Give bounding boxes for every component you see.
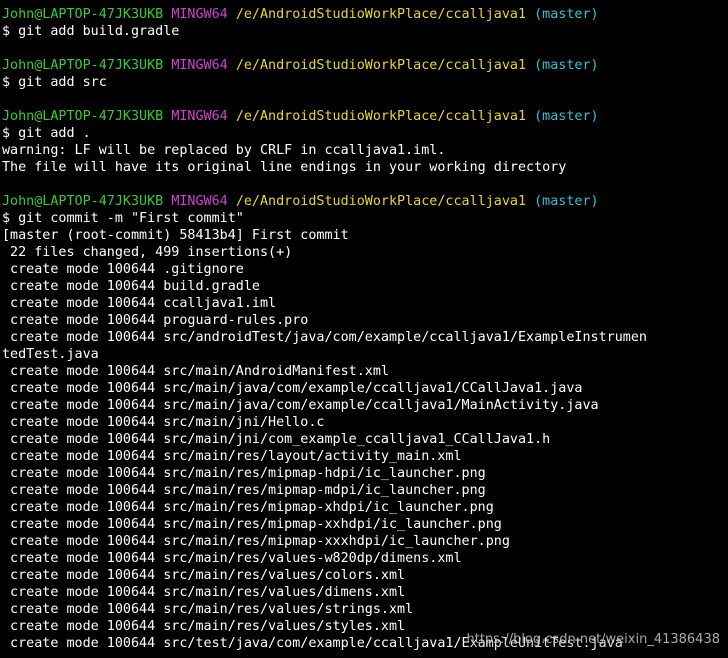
prompt-branch: (master) — [534, 7, 599, 22]
prompt-branch: (master) — [534, 58, 599, 73]
command-line: $ git add src — [2, 75, 107, 90]
output-line: create mode 100644 src/main/res/mipmap-h… — [2, 466, 486, 481]
prompt-user-host: John@LAPTOP-47JK3UKB — [2, 7, 164, 22]
command-line: $ git commit -m "First commit" — [2, 211, 244, 226]
output-line: create mode 100644 proguard-rules.pro — [2, 313, 309, 328]
output-line: create mode 100644 src/main/res/values/s… — [2, 602, 414, 617]
prompt-line: John@LAPTOP-47JK3UKB MINGW64 /e/AndroidS… — [2, 57, 726, 74]
terminal-output[interactable]: John@LAPTOP-47JK3UKB MINGW64 /e/AndroidS… — [2, 6, 726, 652]
watermark: https://blog.csdn.net/weixin_41386438 — [466, 632, 720, 648]
output-line: create mode 100644 build.gradle — [2, 279, 260, 294]
output-line: create mode 100644 src/main/res/mipmap-x… — [2, 517, 502, 532]
output-line: create mode 100644 src/main/res/values-w… — [2, 551, 462, 566]
prompt-user-host: John@LAPTOP-47JK3UKB — [2, 109, 164, 124]
prompt-env: MINGW64 — [171, 194, 228, 209]
prompt-env: MINGW64 — [171, 109, 228, 124]
output-line: warning: LF will be replaced by CRLF in … — [2, 143, 446, 158]
output-line: create mode 100644 src/main/res/values/d… — [2, 585, 406, 600]
prompt-path: /e/AndroidStudioWorkPlace/ccalljava1 — [235, 58, 527, 73]
prompt-branch: (master) — [534, 194, 599, 209]
output-line: [master (root-commit) 58413b4] First com… — [2, 228, 349, 243]
prompt-branch: (master) — [534, 109, 599, 124]
output-line: 22 files changed, 499 insertions(+) — [2, 245, 293, 260]
prompt-user-host: John@LAPTOP-47JK3UKB — [2, 58, 164, 73]
prompt-path: /e/AndroidStudioWorkPlace/ccalljava1 — [235, 7, 527, 22]
output-line: create mode 100644 src/main/res/mipmap-m… — [2, 483, 486, 498]
prompt-env: MINGW64 — [171, 7, 228, 22]
prompt-env: MINGW64 — [171, 58, 228, 73]
output-line: create mode 100644 src/main/java/com/exa… — [2, 398, 599, 413]
output-line: create mode 100644 src/main/res/layout/a… — [2, 449, 462, 464]
output-line: create mode 100644 src/main/jni/com_exam… — [2, 432, 551, 447]
command-line: $ git add build.gradle — [2, 24, 180, 39]
prompt-user-host: John@LAPTOP-47JK3UKB — [2, 194, 164, 209]
output-line: create mode 100644 ccalljava1.iml — [2, 296, 277, 311]
output-line: create mode 100644 src/main/java/com/exa… — [2, 381, 583, 396]
output-line: create mode 100644 src/androidTest/java/… — [2, 330, 647, 345]
output-line: create mode 100644 .gitignore — [2, 262, 244, 277]
output-line: tedTest.java — [2, 347, 99, 362]
output-line: create mode 100644 src/main/res/values/c… — [2, 568, 406, 583]
prompt-line: John@LAPTOP-47JK3UKB MINGW64 /e/AndroidS… — [2, 6, 726, 23]
output-line: create mode 100644 src/main/AndroidManif… — [2, 364, 389, 379]
command-line: $ git add . — [2, 126, 91, 141]
prompt-line: John@LAPTOP-47JK3UKB MINGW64 /e/AndroidS… — [2, 108, 726, 125]
prompt-path: /e/AndroidStudioWorkPlace/ccalljava1 — [235, 109, 527, 124]
output-line: create mode 100644 src/main/res/mipmap-x… — [2, 500, 494, 515]
prompt-line: John@LAPTOP-47JK3UKB MINGW64 /e/AndroidS… — [2, 193, 726, 210]
output-line: create mode 100644 src/main/res/mipmap-x… — [2, 534, 510, 549]
output-line: The file will have its original line end… — [2, 160, 567, 175]
prompt-path: /e/AndroidStudioWorkPlace/ccalljava1 — [235, 194, 527, 209]
output-line: create mode 100644 src/main/jni/Hello.c — [2, 415, 325, 430]
